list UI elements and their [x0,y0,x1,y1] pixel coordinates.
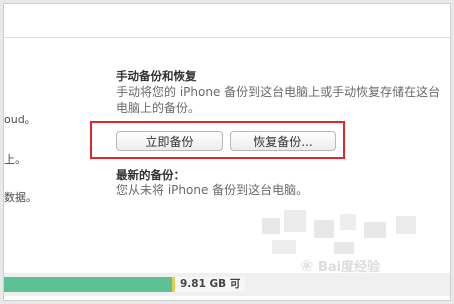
left-panel-text-fragment: 上。 [4,153,26,166]
latest-backup-title: 最新的备份： [116,168,185,182]
left-panel-text-fragment: 数据。 [4,191,37,204]
backup-now-button[interactable]: 立即备份 [116,131,223,151]
left-panel-text-fragment: oud。 [4,113,36,126]
latest-backup-status: 您从未将 iPhone 备份到这台电脑。 [116,183,309,197]
storage-bar: 9.81 GB 可 [4,273,450,296]
top-divider [4,37,450,38]
manual-backup-title: 手动备份和恢复 [116,69,197,83]
manual-backup-description: 手动将您的 iPhone 备份到这台电脑上或手动恢复存储在这台电脑上的备份。 [116,85,441,115]
storage-free-label: 9.81 GB 可 [175,277,245,292]
restore-backup-button[interactable]: 恢复备份... [230,131,336,151]
itunes-summary-panel: oud。 上。 数据。 手动备份和恢复 手动将您的 iPhone 备份到这台电脑… [3,3,451,301]
storage-used-segment [4,277,172,292]
